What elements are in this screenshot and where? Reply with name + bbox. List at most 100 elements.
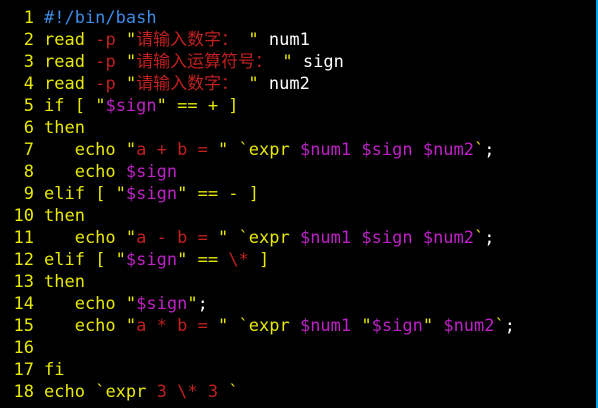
code-token: $sign — [125, 250, 178, 270]
code-token: $sign — [105, 96, 157, 116]
code-token: $num1 — [299, 316, 352, 336]
code-token: ` — [474, 140, 485, 160]
code-line[interactable]: 2 read -p "请输入数字： " num1 — [0, 29, 596, 51]
code-token: read — [44, 52, 85, 72]
code-token: " — [125, 74, 137, 94]
code-line[interactable]: 5 if [ "$sign" == + ] — [0, 95, 596, 117]
code-token: $num1 — [299, 228, 352, 248]
code-token: $num1 — [299, 140, 352, 160]
code-text: #!/bin/bash — [44, 8, 157, 28]
code-token: echo — [44, 228, 126, 248]
code-token: " — [125, 52, 137, 72]
code-token: echo — [44, 316, 126, 336]
code-token: " — [115, 250, 126, 270]
code-line[interactable]: 10 then — [0, 205, 596, 227]
code-text: echo "a - b = " `expr $num1 $sign $num2`… — [44, 228, 495, 248]
code-token: $sign — [371, 316, 423, 336]
code-token: ] — [248, 250, 270, 270]
code-token: a + b = — [136, 140, 219, 160]
code-token: $num2 — [422, 140, 475, 160]
code-text: then — [44, 272, 85, 292]
code-token: $sign — [361, 228, 413, 248]
code-token: then — [44, 118, 85, 138]
code-token: [ — [64, 96, 96, 116]
code-token: expr — [105, 382, 157, 402]
code-token: a - b = — [136, 228, 219, 248]
code-token: -p — [95, 30, 116, 50]
code-token: " — [361, 316, 372, 336]
code-token: sign — [292, 52, 344, 72]
line-number: 3 — [23, 52, 34, 72]
code-token: ; — [504, 316, 516, 336]
code-line[interactable]: 8 echo $sign — [0, 161, 596, 183]
line-number: 1 — [23, 8, 34, 28]
line-number: 8 — [23, 162, 34, 182]
code-token: read — [44, 30, 85, 50]
code-token: " — [218, 140, 229, 160]
line-number: 7 — [23, 140, 34, 160]
code-line[interactable]: 1 #!/bin/bash — [0, 7, 596, 29]
code-line[interactable]: 16 — [0, 337, 596, 359]
code-token: 请输入数字： — [136, 74, 239, 94]
code-line[interactable]: 13 then — [0, 271, 596, 293]
code-token: expr — [248, 140, 300, 160]
code-token: " — [115, 184, 126, 204]
code-line[interactable]: 17 fi — [0, 359, 596, 381]
code-line[interactable]: 12 elif [ "$sign" == \* ] — [0, 249, 596, 271]
code-text: read -p "请输入数字： " num2 — [44, 74, 310, 94]
code-line[interactable]: 14 echo "$sign"; — [0, 293, 596, 315]
code-token: " — [125, 140, 137, 160]
code-line[interactable]: 15 echo "a * b = " `expr $num1 "$sign" $… — [0, 315, 596, 337]
code-line[interactable]: 3 read -p "请输入运算符号： " sign — [0, 51, 596, 73]
code-text: elif [ "$sign" == \* ] — [44, 250, 269, 270]
code-token: $num2 — [422, 228, 475, 248]
code-text: elif [ "$sign" == - ] — [44, 184, 259, 204]
code-token: echo — [44, 162, 126, 182]
code-token: -p — [95, 52, 116, 72]
line-number: 10 — [13, 206, 34, 226]
code-token: " — [125, 30, 137, 50]
code-token: == — [187, 250, 229, 270]
code-editor[interactable]: 1 #!/bin/bash 2 read -p "请输入数字： " num1 3 read… — [0, 7, 596, 403]
code-token: " — [238, 74, 259, 94]
code-token: ; — [484, 228, 495, 248]
code-token: expr — [248, 316, 300, 336]
code-line[interactable]: 18 echo `expr 3 \* 3 ` — [0, 381, 596, 403]
code-token: num2 — [258, 74, 310, 94]
line-number: 6 — [23, 118, 34, 138]
code-token: 请输入数字： — [136, 30, 239, 50]
code-token: 3 — [207, 382, 219, 402]
code-token: echo — [44, 294, 126, 314]
code-token: " — [95, 96, 106, 116]
code-line[interactable]: 9 elif [ "$sign" == - ] — [0, 183, 596, 205]
code-token: [ — [84, 250, 116, 270]
code-token: ` — [494, 316, 505, 336]
code-token: " — [218, 316, 229, 336]
code-token: if — [44, 96, 65, 116]
code-token: == + ] — [166, 96, 239, 116]
code-token: ` — [95, 382, 106, 402]
code-text: then — [44, 206, 85, 226]
code-token: " — [177, 184, 188, 204]
code-token: elif — [44, 184, 85, 204]
code-token: == - ] — [187, 184, 260, 204]
code-token: elif — [44, 250, 85, 270]
code-line[interactable]: 6 then — [0, 117, 596, 139]
code-token: ; — [484, 140, 495, 160]
code-line[interactable]: 7 echo "a + b = " `expr $num1 $sign $num… — [0, 139, 596, 161]
code-token: \* — [177, 382, 198, 402]
code-token: ` — [228, 140, 249, 160]
code-line[interactable]: 4 read -p "请输入数字： " num2 — [0, 73, 596, 95]
code-text: fi — [44, 360, 64, 380]
code-token: " — [156, 96, 167, 116]
code-line[interactable]: 11 echo "a - b = " `expr $num1 $sign $nu… — [0, 227, 596, 249]
code-token: fi — [44, 360, 65, 380]
